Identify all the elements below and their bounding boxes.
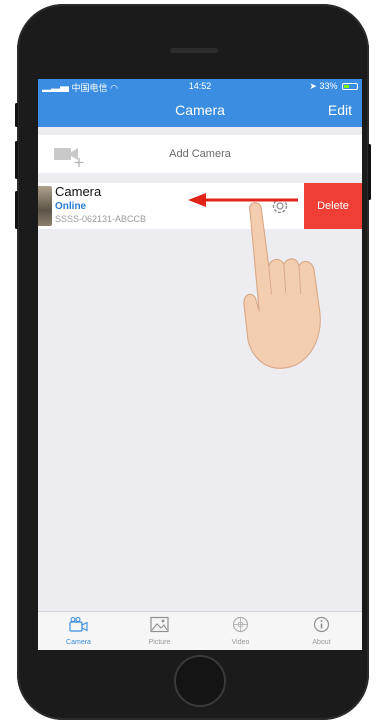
page-title: Camera [175,102,225,118]
power-button [368,144,371,200]
earpiece-speaker [170,48,218,53]
tab-label-picture: Picture [148,639,171,646]
camera-id: SSSS-062131-ABCCB [55,214,147,224]
add-camera-row[interactable]: Add Camera [38,135,362,173]
battery-percent: 33% [319,81,338,91]
tab-video[interactable]: Video [200,612,281,650]
camera-name: Camera [55,184,102,199]
tab-about[interactable]: About [281,612,362,650]
tab-label-video: Video [231,639,250,646]
camera-status: Online [55,201,87,212]
status-bar: ▂▃▅ 中国电信 ◠ 14:52 ➤ 33% [38,79,362,93]
video-icon [232,616,249,633]
camera-tab-icon [69,616,88,632]
status-right: ➤ 33% [309,81,358,92]
mute-switch [15,103,18,127]
edit-button[interactable]: Edit [328,102,352,118]
info-icon [313,616,330,633]
tab-bar: Camera Picture Video About [38,611,362,650]
pointing-hand-icon [243,202,321,369]
volume-down-button [15,191,18,229]
location-icon: ➤ [309,81,317,91]
camera-thumbnail [38,186,52,226]
nav-bar: Camera Edit [38,93,362,127]
tab-camera[interactable]: Camera [38,612,119,650]
home-button[interactable] [174,655,226,707]
tab-label-camera: Camera [66,639,91,646]
volume-up-button [15,141,18,179]
picture-icon [150,616,169,633]
battery-icon [342,83,358,91]
add-camera-label: Add Camera [169,148,231,160]
tab-picture[interactable]: Picture [119,612,200,650]
tab-label-about: About [312,639,331,646]
